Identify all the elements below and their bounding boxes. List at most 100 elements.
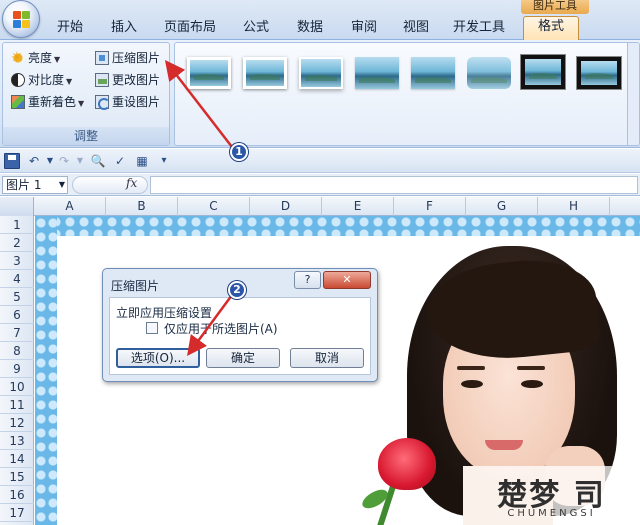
tab-data[interactable]: 数据 — [290, 18, 330, 40]
redo-icon[interactable]: ↷ — [56, 153, 72, 169]
woman-brow — [457, 366, 485, 370]
cancel-button[interactable]: 取消 — [290, 348, 364, 368]
row-header[interactable]: 7 — [0, 324, 34, 342]
form-icon[interactable]: ▦ — [134, 153, 150, 169]
select-all-corner[interactable] — [0, 197, 34, 216]
change-picture-button[interactable]: 更改图片 — [95, 70, 160, 90]
row-header[interactable]: 16 — [0, 486, 34, 504]
woman-brow — [517, 366, 545, 370]
brightness-label: 亮度 — [28, 51, 53, 65]
picture-style-thumbnail[interactable] — [243, 57, 287, 89]
chevron-down-icon: ▼ — [54, 55, 61, 64]
woman-eye — [521, 380, 543, 388]
watermark-subtext: CHUMENGSI — [507, 508, 596, 519]
picture-style-thumbnail[interactable] — [299, 57, 343, 89]
contrast-label: 对比度 — [28, 73, 65, 87]
row-header[interactable]: 9 — [0, 360, 34, 378]
row-header[interactable]: 10 — [0, 378, 34, 396]
picture-style-thumbnail[interactable] — [411, 57, 455, 89]
gallery-scrollbar[interactable] — [627, 43, 639, 145]
help-button[interactable]: ? — [294, 271, 321, 289]
spelling-icon[interactable]: ✓ — [112, 153, 128, 169]
print-preview-icon[interactable]: 🔍 — [90, 153, 106, 169]
adjust-group-label: 调整 — [3, 127, 169, 145]
checkbox-label: 仅应用于所选图片(A) — [164, 322, 278, 336]
reset-picture-icon — [95, 95, 110, 110]
row-header[interactable]: 8 — [0, 342, 34, 360]
row-header[interactable]: 6 — [0, 306, 34, 324]
contrast-icon — [11, 73, 25, 87]
change-picture-label: 更改图片 — [112, 73, 161, 87]
close-button[interactable]: ✕ — [323, 271, 371, 289]
change-picture-icon — [95, 73, 109, 87]
tab-page-layout[interactable]: 页面布局 — [160, 18, 220, 40]
picture-style-thumbnail[interactable] — [576, 56, 622, 90]
picture-style-thumbnail[interactable] — [355, 57, 399, 89]
column-header[interactable]: E — [322, 197, 394, 216]
name-box[interactable]: 图片 1 ▼ — [2, 176, 68, 194]
row-header[interactable]: 15 — [0, 468, 34, 486]
brightness-button[interactable]: 亮度▼ — [11, 48, 60, 68]
compress-pictures-icon — [95, 51, 109, 65]
picture-style-thumbnail[interactable] — [520, 54, 566, 90]
row-header[interactable]: 2 — [0, 234, 34, 252]
row-header[interactable]: 13 — [0, 432, 34, 450]
chevron-down-icon: ▼ — [66, 77, 73, 86]
column-header[interactable]: B — [106, 197, 178, 216]
section-label: 立即应用压缩设置 — [116, 306, 213, 320]
column-header[interactable]: D — [250, 197, 322, 216]
picture-tools-context-header: 图片工具 — [521, 0, 589, 14]
selected-pictures-only-checkbox[interactable] — [146, 322, 158, 334]
formula-input[interactable] — [150, 176, 638, 194]
ok-button[interactable]: 确定 — [206, 348, 280, 368]
picture-styles-gallery — [174, 42, 640, 146]
woman-eye — [461, 380, 483, 388]
options-button[interactable]: 选项(O)... — [116, 348, 200, 368]
customize-toolbar-icon[interactable]: ▾ — [156, 153, 172, 169]
reset-picture-button[interactable]: 重设图片 — [95, 92, 160, 112]
column-header[interactable]: H — [538, 197, 610, 216]
tab-format[interactable]: 格式 — [523, 16, 579, 41]
compress-pictures-button[interactable]: 压缩图片 — [95, 48, 160, 68]
column-header[interactable]: A — [34, 197, 106, 216]
recolor-button[interactable]: 重新着色 ▼ — [11, 92, 84, 112]
chevron-down-icon: ▼ — [58, 180, 65, 189]
column-header[interactable]: G — [466, 197, 538, 216]
watermark: 楚梦 司 CHUMENGSI — [463, 466, 640, 525]
row-header[interactable]: 14 — [0, 450, 34, 468]
step-1-badge: 1 — [230, 143, 248, 161]
row-header[interactable]: 5 — [0, 288, 34, 306]
row-header[interactable]: 11 — [0, 396, 34, 414]
adjust-group: 亮度▼ 对比度▼ 重新着色▼ 压缩图片 更改图片 重设图片 调整 — [2, 42, 170, 146]
picture-style-thumbnail[interactable] — [467, 57, 511, 89]
row-headers: 1 2 3 4 5 6 7 8 9 10 11 12 13 14 15 16 1… — [0, 216, 34, 525]
save-icon[interactable] — [4, 153, 20, 169]
picture-frame-border — [35, 216, 57, 525]
quick-access-toolbar: ↶ ▼ ↷ ▼ 🔍 ✓ ▦ ▾ — [0, 149, 640, 173]
formula-bar: 图片 1 ▼ fx — [0, 174, 640, 196]
tab-formulas[interactable]: 公式 — [236, 18, 276, 40]
tab-developer[interactable]: 开发工具 — [449, 18, 509, 40]
row-header[interactable]: 1 — [0, 216, 34, 234]
recolor-icon — [11, 95, 25, 109]
row-header[interactable]: 17 — [0, 504, 34, 522]
undo-icon[interactable]: ↶ — [26, 153, 42, 169]
ribbon-tab-bar: 图片工具 开始 插入 页面布局 公式 数据 审阅 视图 开发工具 格式 — [0, 0, 640, 41]
column-header[interactable]: C — [178, 197, 250, 216]
tab-home[interactable]: 开始 — [50, 18, 90, 40]
row-header[interactable]: 3 — [0, 252, 34, 270]
woman-mouth — [485, 440, 523, 450]
picture-style-thumbnail[interactable] — [187, 57, 231, 89]
chevron-down-icon[interactable]: ▼ — [72, 153, 88, 169]
row-header[interactable]: 4 — [0, 270, 34, 288]
tab-insert[interactable]: 插入 — [104, 18, 144, 40]
contrast-button[interactable]: 对比度 ▼ — [11, 70, 72, 90]
column-header[interactable]: F — [394, 197, 466, 216]
column-headers: A B C D E F G H — [0, 197, 640, 216]
compress-pictures-label: 压缩图片 — [112, 51, 161, 65]
office-button[interactable] — [2, 0, 40, 38]
insert-function-icon[interactable]: fx — [126, 176, 137, 190]
tab-review[interactable]: 审阅 — [344, 18, 384, 40]
tab-view[interactable]: 视图 — [396, 18, 436, 40]
row-header[interactable]: 12 — [0, 414, 34, 432]
